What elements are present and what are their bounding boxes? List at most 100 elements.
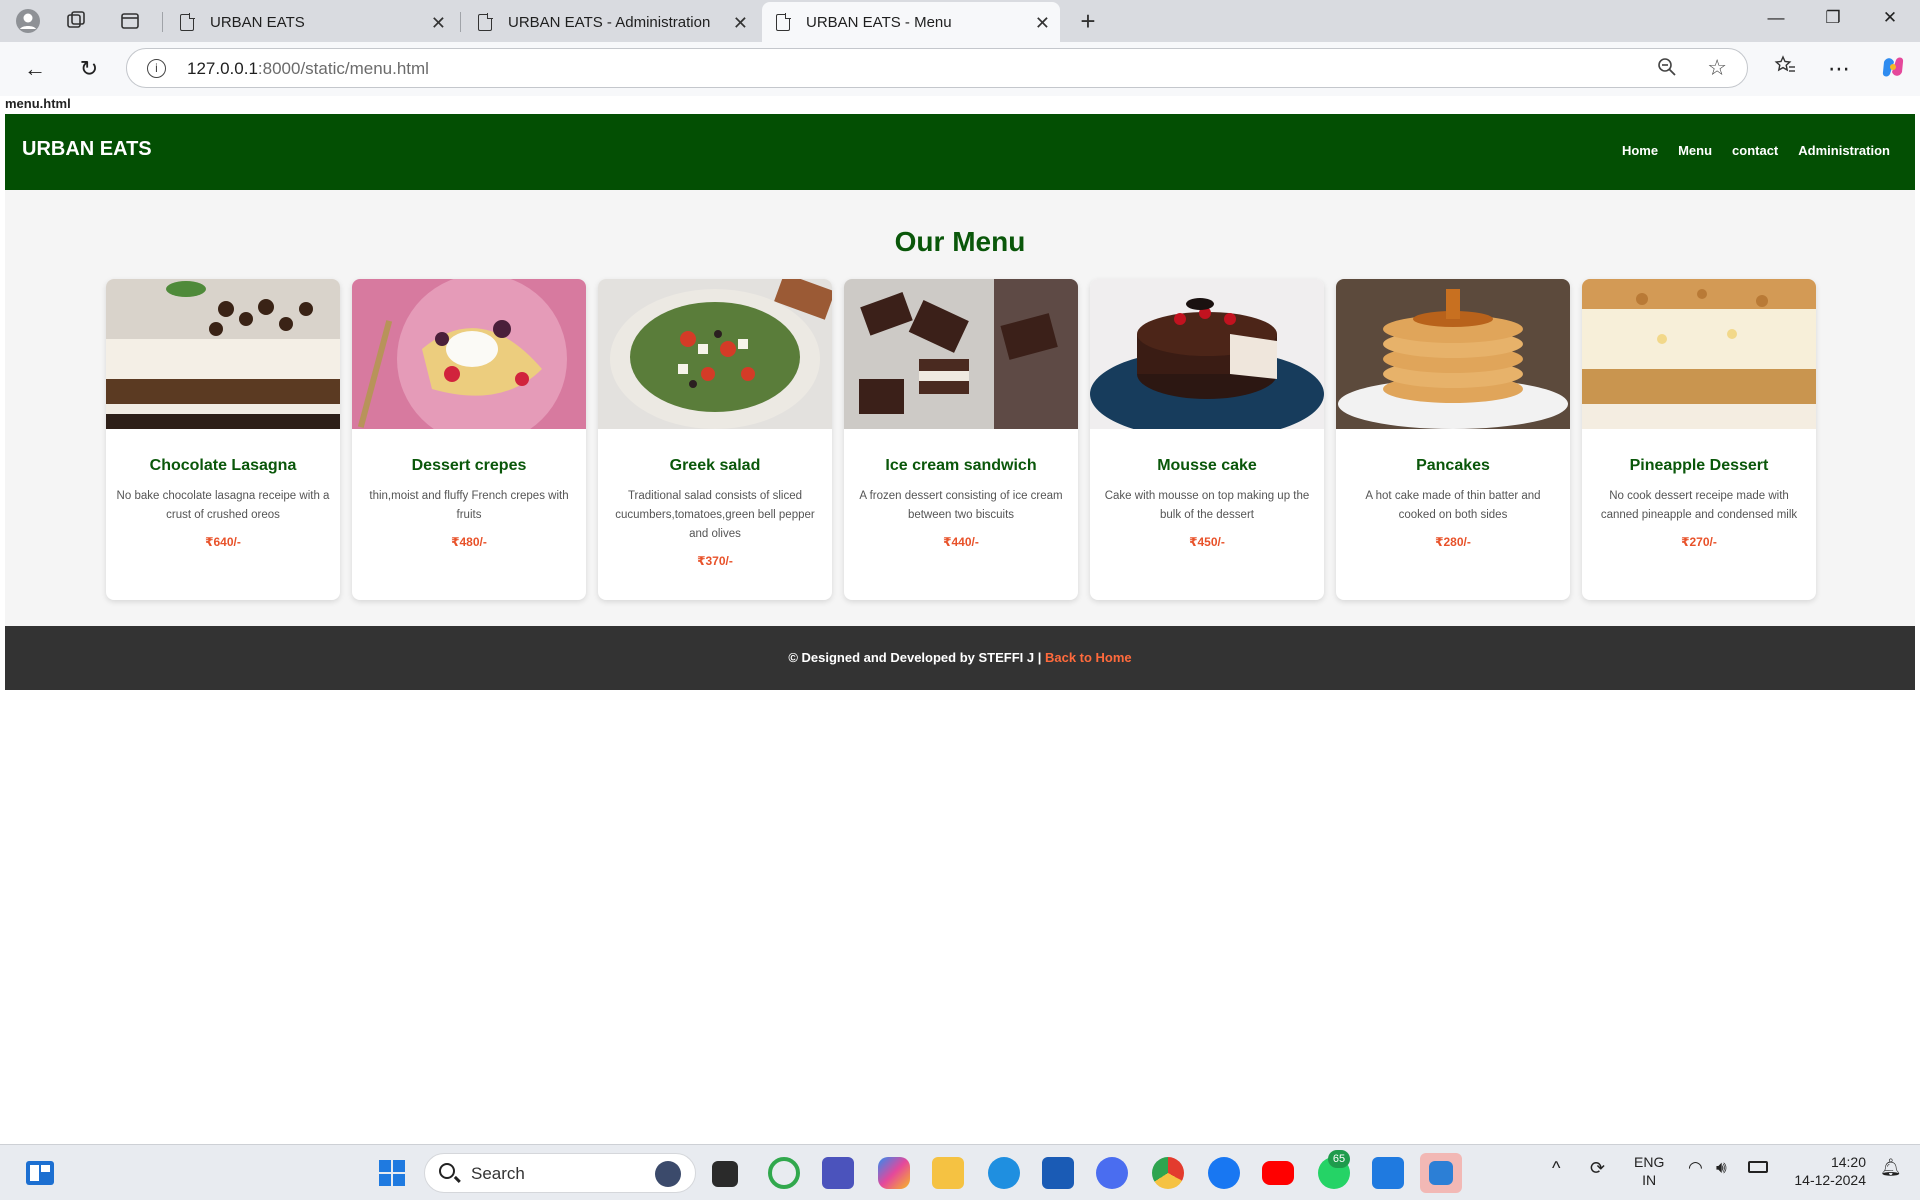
- url-path: :8000/static/menu.html: [257, 59, 429, 78]
- menu-card: Greek salad Traditional salad consists o…: [598, 279, 832, 600]
- item-price: ₹440/-: [943, 535, 979, 549]
- youtube-icon[interactable]: [1262, 1161, 1294, 1185]
- item-price: ₹480/-: [451, 535, 487, 549]
- language-indicator[interactable]: ENG IN: [1634, 1153, 1664, 1189]
- item-price: ₹450/-: [1189, 535, 1225, 549]
- ice-cream-sandwich-image: [844, 279, 1078, 429]
- tab-administration[interactable]: URBAN EATS - Administration ✕: [464, 2, 758, 42]
- page-icon: [776, 12, 791, 31]
- restore-icon[interactable]: ❐: [1813, 8, 1853, 34]
- item-price: ₹640/-: [205, 535, 241, 549]
- item-name: Pancakes: [1416, 457, 1490, 474]
- menu-card: Mousse cake Cake with mousse on top maki…: [1090, 279, 1324, 600]
- favorite-star-icon[interactable]: ☆: [1707, 55, 1727, 81]
- file-explorer-icon[interactable]: [932, 1157, 964, 1189]
- url-text[interactable]: 127.0.0.1:8000/static/menu.html: [187, 59, 429, 79]
- item-description: A frozen dessert consisting of ice cream…: [859, 490, 1063, 521]
- menu-cards: Chocolate Lasagna No bake chocolate lasa…: [106, 279, 1816, 600]
- address-bar[interactable]: i 127.0.0.1:8000/static/menu.html ☆: [126, 48, 1748, 88]
- menu-card: Pancakes A hot cake made of thin batter …: [1336, 279, 1570, 600]
- volume-icon[interactable]: 🔊︎: [1716, 1159, 1727, 1177]
- edge-icon[interactable]: [988, 1157, 1020, 1189]
- nav-administration[interactable]: Administration: [1798, 143, 1890, 158]
- pineapple-dessert-image: [1582, 279, 1816, 429]
- teams-icon[interactable]: [822, 1157, 854, 1189]
- chocolate-lasagna-image: [106, 279, 340, 429]
- nav-contact[interactable]: contact: [1732, 143, 1778, 158]
- facebook-icon[interactable]: [1208, 1157, 1240, 1189]
- copilot-icon[interactable]: [1878, 54, 1908, 84]
- photos-icon[interactable]: [1429, 1161, 1453, 1185]
- chrome-icon[interactable]: [1152, 1157, 1184, 1189]
- clock-date: 14-12-2024: [1794, 1172, 1866, 1188]
- search-label: Search: [471, 1164, 525, 1183]
- menu-card: Chocolate Lasagna No bake chocolate lasa…: [106, 279, 340, 600]
- close-tab-icon[interactable]: ✕: [733, 13, 748, 34]
- tab-separator: [460, 12, 461, 32]
- main-nav: Home Menu contact Administration: [1622, 143, 1890, 158]
- menu-card: Pineapple Dessert No cook dessert receip…: [1582, 279, 1816, 600]
- footer-credit: © Designed and Developed by STEFFI J |: [788, 650, 1045, 665]
- site-info-icon[interactable]: i: [147, 59, 166, 78]
- close-tab-icon[interactable]: ✕: [431, 13, 446, 34]
- profile-icon[interactable]: [14, 7, 42, 35]
- brand-logo[interactable]: URBAN EATS: [22, 138, 152, 161]
- favorites-icon[interactable]: [1770, 54, 1800, 84]
- close-window-icon[interactable]: ✕: [1870, 8, 1910, 34]
- show-hidden-icons-icon[interactable]: ^: [1552, 1159, 1560, 1177]
- tab-actions-icon[interactable]: [116, 7, 144, 35]
- item-description: Traditional salad consists of sliced cuc…: [615, 490, 815, 540]
- workspaces-icon[interactable]: [62, 7, 90, 35]
- wifi-icon[interactable]: ◠: [1688, 1159, 1703, 1177]
- copilot-taskbar-icon[interactable]: [878, 1157, 910, 1189]
- refresh-icon[interactable]: ↻: [74, 54, 104, 84]
- address-bar-row: ← ↻ i 127.0.0.1:8000/static/menu.html ☆ …: [0, 42, 1920, 96]
- browser-tab-bar: URBAN EATS ✕ URBAN EATS - Administration…: [0, 0, 1920, 42]
- item-name: Ice cream sandwich: [885, 457, 1037, 474]
- more-options-icon[interactable]: ⋯: [1824, 54, 1854, 84]
- item-name: Pineapple Dessert: [1629, 457, 1769, 474]
- item-description: No bake chocolate lasagna receipe with a…: [116, 490, 330, 521]
- new-tab-icon[interactable]: +: [1074, 6, 1102, 36]
- zoom-icon[interactable]: [1657, 57, 1677, 82]
- clock[interactable]: 14:20 14-12-2024: [1786, 1153, 1866, 1189]
- vscode-icon[interactable]: [1372, 1157, 1404, 1189]
- language-top: ENG: [1634, 1154, 1665, 1170]
- item-name: Chocolate Lasagna: [149, 457, 297, 474]
- back-to-home-link[interactable]: Back to Home: [1045, 650, 1132, 665]
- taskbar-search[interactable]: Search: [424, 1153, 696, 1193]
- app-icon-green-ring[interactable]: [768, 1157, 800, 1189]
- battery-icon[interactable]: [1748, 1161, 1768, 1173]
- item-description: Cake with mousse on top making up the bu…: [1104, 490, 1310, 521]
- item-name: Greek salad: [669, 457, 761, 474]
- notifications-icon[interactable]: 🔔︎: [1880, 1159, 1902, 1177]
- menu-section: Our Menu Chocolate Lasagna No bake choco…: [5, 190, 1915, 626]
- tab-separator: [162, 12, 163, 32]
- sync-icon[interactable]: ⟳: [1590, 1159, 1605, 1177]
- dessert-crepes-image: [352, 279, 586, 429]
- clock-time: 14:20: [1830, 1154, 1866, 1170]
- tab-label: URBAN EATS - Menu: [806, 13, 952, 31]
- nav-menu[interactable]: Menu: [1678, 143, 1712, 158]
- back-icon[interactable]: ←: [20, 54, 50, 84]
- task-view-icon[interactable]: [712, 1161, 738, 1187]
- whatsapp-badge: 65: [1328, 1150, 1350, 1168]
- minimize-icon[interactable]: —: [1756, 8, 1796, 34]
- widgets-icon[interactable]: [24, 1157, 56, 1189]
- start-icon[interactable]: [376, 1157, 408, 1189]
- url-host: 127.0.0.1: [187, 59, 258, 78]
- app-icon-blue[interactable]: [1096, 1157, 1128, 1189]
- tab-urban-eats[interactable]: URBAN EATS ✕: [166, 2, 456, 42]
- nav-home[interactable]: Home: [1622, 143, 1658, 158]
- menu-card: Dessert crepes thin,moist and fluffy Fre…: [352, 279, 586, 600]
- store-icon[interactable]: [1042, 1157, 1074, 1189]
- close-tab-icon[interactable]: ✕: [1035, 13, 1050, 34]
- page-viewport: menu.html URBAN EATS Home Menu contact A…: [5, 96, 1920, 1136]
- item-description: thin,moist and fluffy French crepes with…: [369, 490, 569, 521]
- tab-label: URBAN EATS: [210, 13, 305, 31]
- greek-salad-image: [598, 279, 832, 429]
- site-header: URBAN EATS Home Menu contact Administrat…: [5, 114, 1915, 190]
- item-name: Mousse cake: [1157, 457, 1257, 474]
- tab-menu[interactable]: URBAN EATS - Menu ✕: [762, 2, 1060, 42]
- page-icon: [478, 12, 493, 31]
